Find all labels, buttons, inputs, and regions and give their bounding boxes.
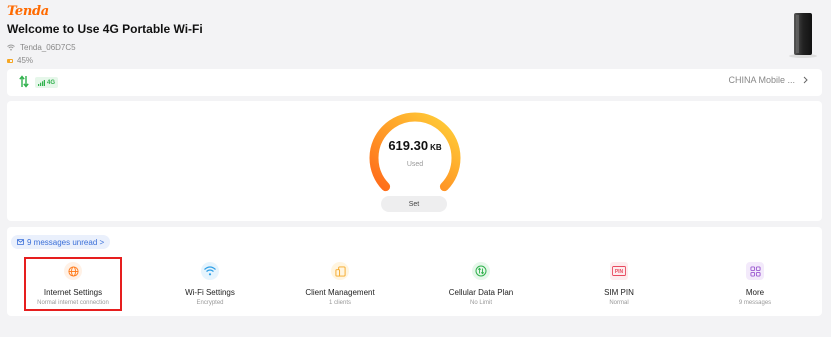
ssid-row: Tenda_06D7C5 xyxy=(7,43,76,52)
status-bar[interactable]: 4G CHINA Mobile ... xyxy=(7,69,822,96)
tile-internet-settings[interactable]: Internet Settings Normal internet connec… xyxy=(24,257,122,311)
tile-title: More xyxy=(745,288,765,297)
page-title: Welcome to Use 4G Portable Wi-Fi xyxy=(7,22,203,36)
battery-icon xyxy=(7,58,13,63)
tile-wifi-settings[interactable]: Wi-Fi Settings Encrypted xyxy=(161,257,259,311)
carrier-info[interactable]: CHINA Mobile ... xyxy=(728,75,808,85)
router-device-image xyxy=(789,13,817,58)
tile-title: SIM PIN xyxy=(604,288,634,297)
svg-text:PIN: PIN xyxy=(615,269,624,275)
grid-icon xyxy=(746,262,764,280)
signal-bars-icon xyxy=(38,79,45,86)
usage-card: 619.30 KB Used Set xyxy=(7,101,822,221)
tile-sim-pin[interactable]: PIN SIM PIN Normal xyxy=(570,257,668,311)
ssid-text: Tenda_06D7C5 xyxy=(20,43,76,52)
tile-title: Cellular Data Plan xyxy=(448,288,514,297)
globe-icon xyxy=(64,262,82,280)
messages-unread-text: 9 messages unread > xyxy=(27,237,105,247)
tile-subtitle: Normal xyxy=(609,300,629,306)
functions-card: 9 messages unread > Internet Settings No… xyxy=(7,227,822,316)
tile-subtitle: 9 messages xyxy=(738,300,772,306)
data-transfer-icon xyxy=(19,75,29,88)
messages-unread-pill[interactable]: 9 messages unread > xyxy=(11,235,111,249)
brand-logo: Tenda xyxy=(7,4,49,19)
usage-label: Used xyxy=(406,161,424,168)
network-type: 4G xyxy=(47,79,56,86)
wifi-icon xyxy=(201,262,219,280)
set-button[interactable]: Set xyxy=(381,196,447,212)
mail-icon xyxy=(17,239,24,245)
devices-icon xyxy=(331,262,349,280)
carrier-text: CHINA Mobile ... xyxy=(728,75,795,85)
usage-value: 619.30 KB xyxy=(375,138,455,153)
usage-number: 619.30 xyxy=(388,138,429,153)
chevron-right-icon xyxy=(803,76,808,84)
tile-title: Wi-Fi Settings xyxy=(185,288,235,297)
tile-subtitle: Encrypted xyxy=(196,300,224,306)
tile-cellular-data-plan[interactable]: Cellular Data Plan No Limit xyxy=(432,257,530,311)
battery-text: 45% xyxy=(17,56,34,65)
tile-subtitle: Normal internet connection xyxy=(37,300,109,306)
tile-more[interactable]: More 9 messages xyxy=(706,257,804,311)
tile-subtitle: 1 clients xyxy=(328,300,351,306)
tile-title: Client Management xyxy=(305,288,375,297)
signal-badge: 4G xyxy=(35,77,59,88)
pin-icon: PIN xyxy=(610,262,628,280)
battery-row: 45% xyxy=(7,56,33,65)
tile-client-management[interactable]: Client Management 1 clients xyxy=(291,257,389,311)
tile-subtitle: No Limit xyxy=(469,300,492,306)
header: Tenda Welcome to Use 4G Portable Wi-Fi T… xyxy=(0,0,831,68)
data-plan-icon xyxy=(472,262,490,280)
tile-title: Internet Settings xyxy=(43,288,103,297)
usage-unit: KB xyxy=(430,143,442,152)
wifi-small-icon xyxy=(7,44,15,51)
